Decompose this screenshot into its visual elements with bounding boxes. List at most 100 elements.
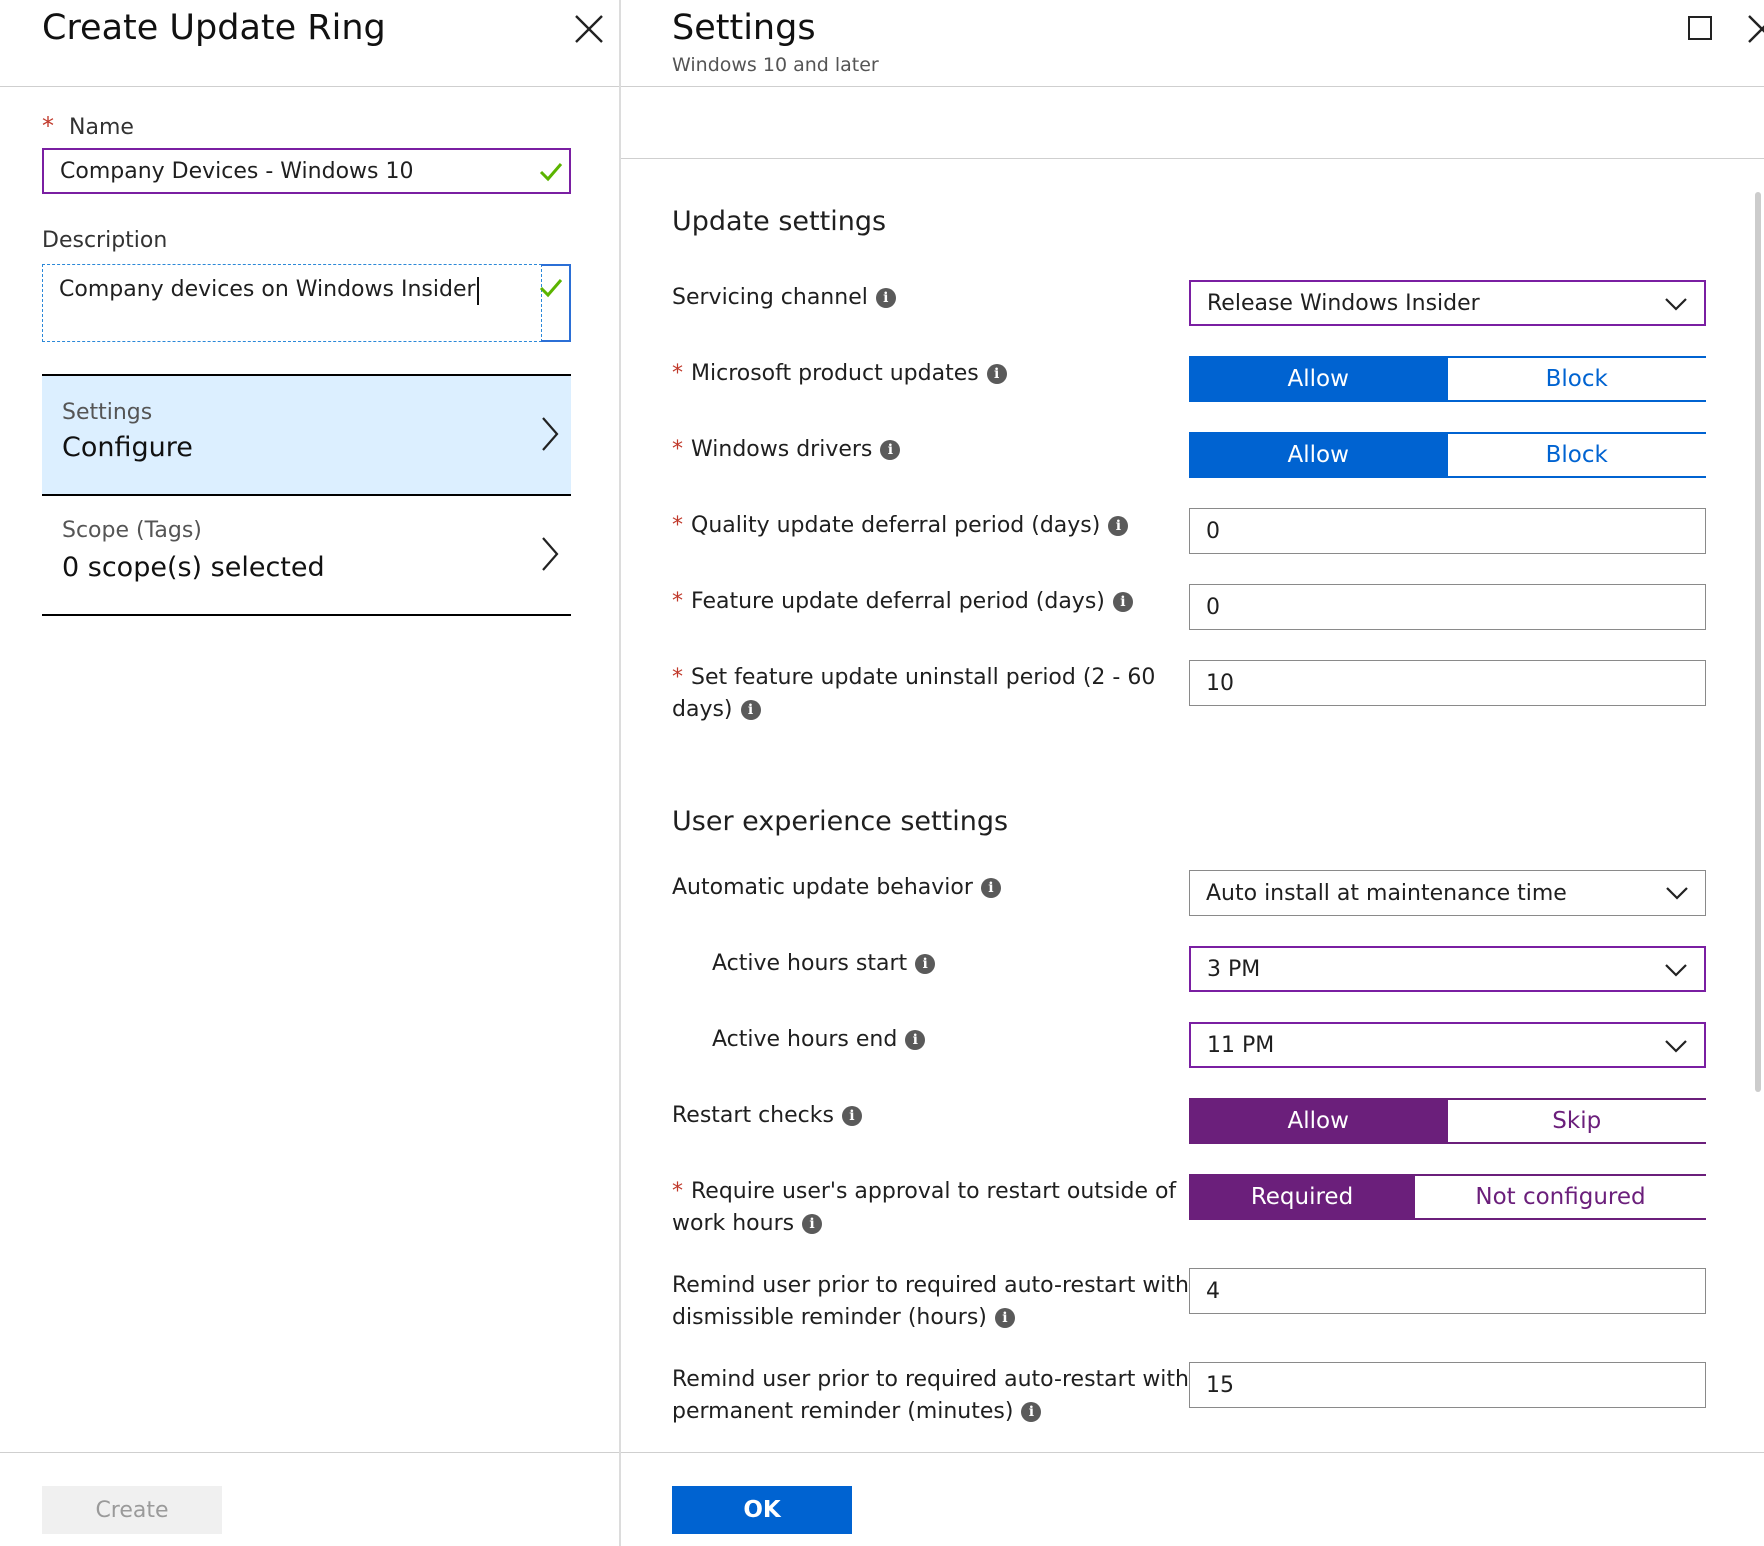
active-end-value: 11 PM [1207,1032,1275,1058]
remind-permanent-text-1: Remind user prior to required auto-resta… [672,1367,1189,1392]
ms-product-updates-text: Microsoft product updates [691,361,979,386]
required-marker: * [672,361,683,386]
remind-permanent-label: Remind user prior to required auto-resta… [672,1364,1189,1428]
restart-checks-toggle: Allow Skip [1189,1098,1706,1144]
nav-item-scope-tags[interactable]: Scope (Tags) 0 scope(s) selected [42,498,571,616]
require-approval-not-configured[interactable]: Not configured [1415,1176,1706,1218]
windows-drivers-toggle: Allow Block [1189,432,1706,478]
auto-update-dropdown[interactable]: Auto install at maintenance time [1189,870,1706,916]
name-label: Name [69,115,134,140]
require-approval-required[interactable]: Required [1189,1176,1415,1218]
remind-permanent-value: 15 [1206,1372,1234,1398]
feature-deferral-input[interactable]: 0 [1189,584,1706,630]
description-label: Description [42,228,168,253]
uninstall-period-text-2: days) [672,697,733,722]
auto-update-value: Auto install at maintenance time [1206,880,1567,906]
description-input[interactable]: Company devices on Windows Insider [42,264,542,342]
ok-button[interactable]: OK [672,1486,852,1534]
auto-update-label: Automatic update behavior i [672,872,1001,904]
windows-drivers-label: * Windows drivers i [672,434,901,466]
info-icon[interactable]: i [841,1106,862,1126]
restart-checks-allow[interactable]: Allow [1189,1100,1448,1142]
info-icon[interactable]: i [994,1308,1015,1328]
update-settings-heading: Update settings [672,206,887,237]
remind-dismissible-text-1: Remind user prior to required auto-resta… [672,1273,1189,1298]
chevron-down-icon [1666,887,1688,900]
uninstall-period-value: 10 [1206,670,1234,696]
name-valid-check-icon [539,163,563,182]
remind-dismissible-input[interactable]: 4 [1189,1268,1706,1314]
vertical-scrollbar[interactable] [1755,192,1761,1092]
name-input[interactable]: Company Devices - Windows 10 [42,148,571,194]
nav-settings-value: Configure [62,432,193,463]
info-icon[interactable]: i [1021,1402,1042,1422]
restart-checks-text: Restart checks [672,1103,834,1128]
feature-deferral-text: Feature update deferral period (days) [691,589,1105,614]
left-footer-divider [0,1452,620,1453]
left-header-divider [0,86,620,87]
info-icon[interactable]: i [980,878,1001,898]
servicing-channel-label: Servicing channel i [672,282,896,314]
active-end-label: Active hours end i [712,1024,926,1056]
info-icon[interactable]: i [1112,592,1133,612]
nav-scope-caption: Scope (Tags) [62,518,202,543]
close-icon[interactable] [1745,12,1764,46]
info-icon[interactable]: i [905,1030,926,1050]
quality-deferral-text: Quality update deferral period (days) [691,513,1101,538]
require-approval-text-2: work hours [672,1211,795,1236]
require-approval-text-1: Require user's approval to restart outsi… [691,1179,1177,1204]
chevron-right-icon [542,417,559,451]
chevron-down-icon [1665,1040,1687,1053]
active-end-text: Active hours end [712,1027,898,1052]
remind-permanent-input[interactable]: 15 [1189,1362,1706,1408]
servicing-channel-dropdown[interactable]: Release Windows Insider [1189,280,1706,326]
close-icon[interactable] [572,12,606,46]
ms-product-updates-label: * Microsoft product updates i [672,358,1007,390]
create-button[interactable]: Create [42,1486,222,1534]
active-start-value: 3 PM [1207,956,1261,982]
maximize-icon[interactable] [1688,16,1712,40]
quality-deferral-input[interactable]: 0 [1189,508,1706,554]
ms-product-updates-allow[interactable]: Allow [1189,358,1448,400]
remind-dismissible-label: Remind user prior to required auto-resta… [672,1270,1189,1334]
info-icon[interactable]: i [875,288,896,308]
uninstall-period-input[interactable]: 10 [1189,660,1706,706]
blade-separator [619,0,621,1546]
info-icon[interactable]: i [802,1214,823,1234]
restart-checks-label: Restart checks i [672,1100,862,1132]
uninstall-period-text-1: Set feature update uninstall period (2 -… [691,665,1156,690]
windows-drivers-block[interactable]: Block [1447,434,1706,476]
auto-update-text: Automatic update behavior [672,875,973,900]
remind-dismissible-text-2: dismissible reminder (hours) [672,1305,987,1330]
right-toolbar-divider [621,158,1764,159]
info-icon[interactable]: i [1108,516,1129,536]
name-input-value: Company Devices - Windows 10 [60,158,414,184]
description-input-value: Company devices on Windows Insider [59,277,476,302]
info-icon[interactable]: i [986,364,1007,384]
active-start-dropdown[interactable]: 3 PM [1189,946,1706,992]
chevron-down-icon [1665,298,1687,311]
quality-deferral-label: * Quality update deferral period (days) i [672,510,1129,542]
required-marker: * [672,437,683,462]
servicing-channel-value: Release Windows Insider [1207,290,1480,316]
ms-product-updates-block[interactable]: Block [1447,358,1706,400]
remind-dismissible-value: 4 [1206,1278,1220,1304]
required-marker: * [42,112,54,140]
active-end-dropdown[interactable]: 11 PM [1189,1022,1706,1068]
required-marker: * [672,589,683,614]
windows-drivers-allow[interactable]: Allow [1189,434,1448,476]
nav-item-settings[interactable]: Settings Configure [42,374,571,496]
info-icon[interactable]: i [915,954,936,974]
right-footer-divider [621,1452,1764,1453]
feature-deferral-value: 0 [1206,594,1220,620]
settings-title: Settings [672,8,816,48]
feature-deferral-label: * Feature update deferral period (days) i [672,586,1133,618]
restart-checks-skip[interactable]: Skip [1447,1100,1706,1142]
windows-drivers-text: Windows drivers [691,437,873,462]
info-icon[interactable]: i [880,440,901,460]
info-icon[interactable]: i [740,700,761,720]
required-marker: * [672,513,683,538]
require-approval-toggle: Required Not configured [1189,1174,1706,1220]
chevron-down-icon [1665,964,1687,977]
settings-subtitle: Windows 10 and later [672,54,879,76]
